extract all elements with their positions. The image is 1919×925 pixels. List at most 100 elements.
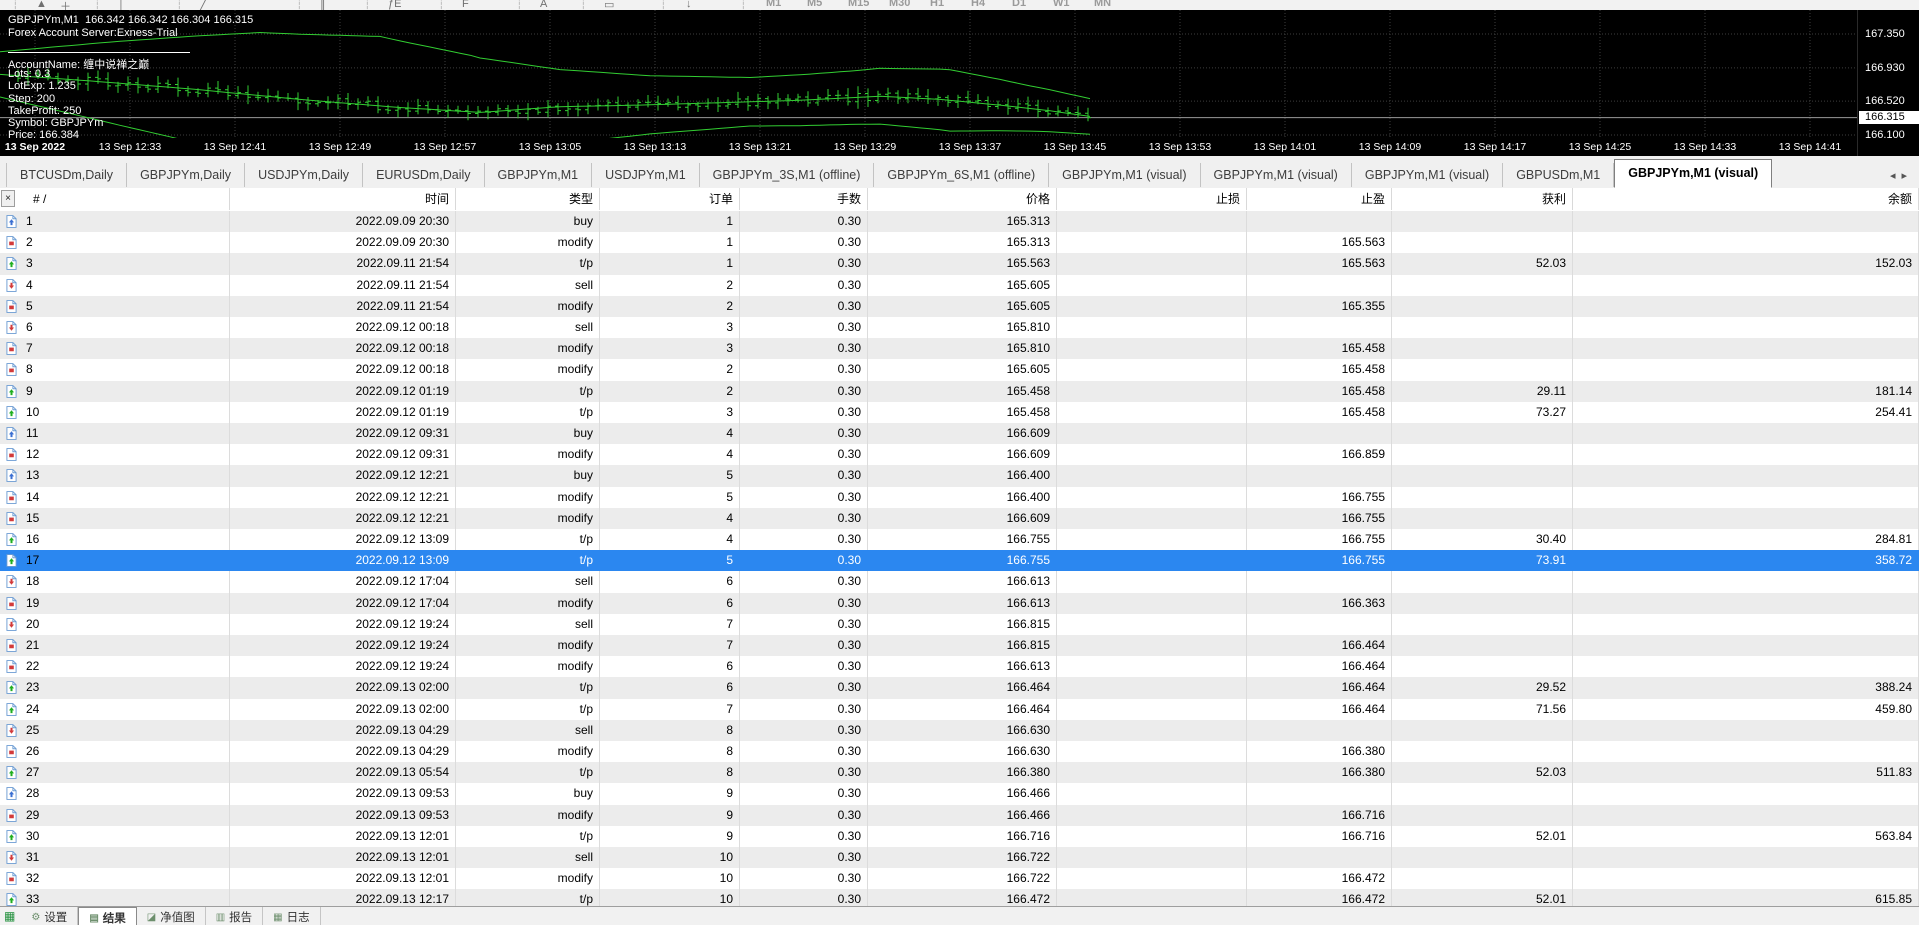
table-row-25[interactable]: 252022.09.13 04:29sell80.30166.630 (0, 720, 1919, 741)
table-row-23[interactable]: 232022.09.13 02:00t/p60.30166.464166.464… (0, 677, 1919, 698)
table-row-22[interactable]: 222022.09.12 19:24modify60.30166.613166.… (0, 656, 1919, 677)
table-row-31[interactable]: 312022.09.13 12:01sell100.30166.722 (0, 847, 1919, 868)
table-row-19[interactable]: 192022.09.12 17:04modify60.30166.613166.… (0, 593, 1919, 614)
chart-tab-usdjpym-daily[interactable]: USDJPYm,Daily (245, 163, 363, 187)
chart-tab-usdjpym-m1[interactable]: USDJPYm,M1 (592, 163, 700, 187)
table-row-3[interactable]: 32022.09.11 21:54t/p10.30165.563165.5635… (0, 253, 1919, 274)
table-row-2[interactable]: 22022.09.09 20:30modify10.30165.313165.5… (0, 232, 1919, 253)
header-cell-8[interactable]: 获利 (1392, 188, 1573, 210)
period-button-m30[interactable]: M30 (889, 0, 910, 9)
cell-profit (1392, 508, 1573, 529)
cell-profit (1392, 317, 1573, 338)
table-row-7[interactable]: 72022.09.12 00:18modify30.30165.810165.4… (0, 338, 1919, 359)
table-row-13[interactable]: 132022.09.12 12:21buy50.30166.400 (0, 465, 1919, 486)
chart-tab-gbpusdm-m1[interactable]: GBPUSDm,M1 (1503, 163, 1614, 187)
chart-canvas[interactable] (0, 10, 1857, 138)
cell-lots: 0.30 (740, 762, 868, 783)
chart-tab-gbpjpym-6s-m1-offline[interactable]: GBPJPYm_6S,M1 (offline) (874, 163, 1049, 187)
tester-tab-journal[interactable]: ▦日志 (263, 907, 320, 925)
table-row-26[interactable]: 262022.09.13 04:29modify80.30166.630166.… (0, 741, 1919, 762)
cell-time: 2022.09.13 12:01 (230, 847, 456, 868)
period-button-m5[interactable]: M5 (807, 0, 822, 9)
period-button-d1[interactable]: D1 (1012, 0, 1026, 9)
tester-tab-report[interactable]: ▥报告 (206, 907, 263, 925)
header-cell-3[interactable]: 订单 (600, 188, 740, 210)
chart-tab-btcusdm-daily[interactable]: BTCUSDm,Daily (6, 163, 127, 187)
tester-tab-graph[interactable]: ◪净值图 (137, 907, 206, 925)
table-row-5[interactable]: 52022.09.11 21:54modify20.30165.605165.3… (0, 296, 1919, 317)
chart-tab-gbpjpym-m1-visual[interactable]: GBPJPYm,M1 (visual) (1352, 163, 1503, 187)
cursor-icon[interactable]: ▲ (36, 0, 47, 10)
cell-price: 166.613 (868, 593, 1057, 614)
text-icon[interactable]: F (462, 0, 469, 10)
cell-price: 165.563 (868, 253, 1057, 274)
period-button-m1[interactable]: M1 (766, 0, 781, 9)
tester-tab-settings[interactable]: ⚙设置 (21, 907, 78, 925)
chart-tab-gbpjpym-m1-visual[interactable]: GBPJPYm,M1 (visual) (1201, 163, 1352, 187)
cell-order: 6 (600, 677, 740, 698)
chart-tab-gbpjpym-daily[interactable]: GBPJPYm,Daily (127, 163, 245, 187)
cell-balance: 254.41 (1573, 402, 1919, 423)
vertical-line-icon[interactable]: │ (118, 0, 125, 10)
table-row-12[interactable]: 122022.09.12 09:31modify40.30166.609166.… (0, 444, 1919, 465)
period-button-h1[interactable]: H1 (930, 0, 944, 9)
table-row-16[interactable]: 162022.09.12 13:09t/p40.30166.755166.755… (0, 529, 1919, 550)
header-cell-9[interactable]: 余额 (1573, 188, 1919, 210)
cell-sl (1057, 868, 1247, 889)
table-row-29[interactable]: 292022.09.13 09:53modify90.30166.466166.… (0, 805, 1919, 826)
chart-panel: GBPJPYm,M1 166.342 166.342 166.304 166.3… (0, 10, 1919, 156)
period-button-w1[interactable]: W1 (1053, 0, 1070, 9)
table-row-6[interactable]: 62022.09.12 00:18sell30.30165.810 (0, 317, 1919, 338)
cell-order: 7 (600, 699, 740, 720)
header-cell-5[interactable]: 价格 (868, 188, 1057, 210)
label-icon[interactable]: A (540, 0, 547, 10)
chart-tab-gbpjpym-3s-m1-offline[interactable]: GBPJPYm_3S,M1 (offline) (700, 163, 875, 187)
table-row-1[interactable]: 12022.09.09 20:30buy10.30165.313 (0, 211, 1919, 232)
header-cell-6[interactable]: 止损 (1057, 188, 1247, 210)
cell-sl (1057, 550, 1247, 571)
table-row-8[interactable]: 82022.09.12 00:18modify20.30165.605165.4… (0, 359, 1919, 380)
table-row-28[interactable]: 282022.09.13 09:53buy90.30166.466 (0, 783, 1919, 804)
header-cell-1[interactable]: 时间 (230, 188, 456, 210)
chart-tab-gbpjpym-m1-visual[interactable]: GBPJPYm,M1 (visual) (1049, 163, 1200, 187)
chart-tab-gbpjpym-m1[interactable]: GBPJPYm,M1 (485, 163, 593, 187)
cell-time: 2022.09.12 13:09 (230, 529, 456, 550)
period-button-m15[interactable]: M15 (848, 0, 869, 9)
table-row-24[interactable]: 242022.09.13 02:00t/p70.30166.464166.464… (0, 699, 1919, 720)
chart-tab-eurusdm-daily[interactable]: EURUSDm,Daily (363, 163, 484, 187)
cell-number (0, 826, 230, 847)
period-button-h4[interactable]: H4 (971, 0, 985, 9)
table-row-15[interactable]: 152022.09.12 12:21modify40.30166.609166.… (0, 508, 1919, 529)
table-row-14[interactable]: 142022.09.12 12:21modify50.30166.400166.… (0, 487, 1919, 508)
cell-type: buy (456, 465, 600, 486)
table-row-21[interactable]: 212022.09.12 19:24modify70.30166.815166.… (0, 635, 1919, 656)
table-row-18[interactable]: 182022.09.12 17:04sell60.30166.613 (0, 571, 1919, 592)
cell-order: 5 (600, 550, 740, 571)
table-row-11[interactable]: 112022.09.12 09:31buy40.30166.609 (0, 423, 1919, 444)
cell-price: 166.630 (868, 720, 1057, 741)
fibonacci-icon[interactable]: ƒE (388, 0, 401, 10)
table-row-20[interactable]: 202022.09.12 19:24sell70.30166.815 (0, 614, 1919, 635)
tester-tab-icon: ⚙ (31, 912, 40, 923)
table-row-27[interactable]: 272022.09.13 05:54t/p80.30166.380166.380… (0, 762, 1919, 783)
table-row-17[interactable]: 172022.09.12 13:09t/p50.30166.755166.755… (0, 550, 1919, 571)
cell-tp (1247, 571, 1392, 592)
arrow-icon[interactable]: ↓ (686, 0, 692, 10)
table-row-30[interactable]: 302022.09.13 12:01t/p90.30166.716166.716… (0, 826, 1919, 847)
tab-scroll-right-icon[interactable]: ▸ (1901, 170, 1913, 182)
table-row-9[interactable]: 92022.09.12 01:19t/p20.30165.458165.4582… (0, 381, 1919, 402)
chart-tab-gbpjpym-m1-visual[interactable]: GBPJPYm,M1 (visual) (1614, 159, 1772, 188)
header-cell-4[interactable]: 手数 (740, 188, 868, 210)
price-axis[interactable]: 167.350166.930166.520166.100166.315 (1857, 10, 1919, 156)
time-axis[interactable]: 13 Sep 202213 Sep 12:3313 Sep 12:4113 Se… (0, 138, 1857, 156)
table-row-10[interactable]: 102022.09.12 01:19t/p30.30165.458165.458… (0, 402, 1919, 423)
cell-lots: 0.30 (740, 677, 868, 698)
header-cell-2[interactable]: 类型 (456, 188, 600, 210)
tester-tab-results[interactable]: ▤结果 (78, 907, 136, 925)
table-row-32[interactable]: 322022.09.13 12:01modify100.30166.722166… (0, 868, 1919, 889)
cell-order: 6 (600, 593, 740, 614)
tab-scroll-left-icon[interactable]: ◂ (1890, 170, 1902, 182)
table-row-4[interactable]: 42022.09.11 21:54sell20.30165.605 (0, 275, 1919, 296)
header-cell-7[interactable]: 止盈 (1247, 188, 1392, 210)
period-button-mn[interactable]: MN (1094, 0, 1111, 9)
